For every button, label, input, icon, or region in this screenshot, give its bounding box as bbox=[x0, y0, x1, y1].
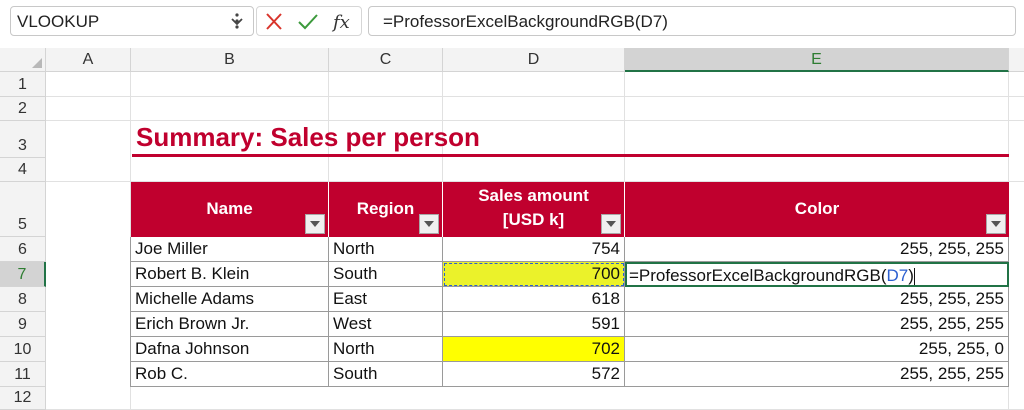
row-header-12[interactable]: 12 bbox=[0, 387, 46, 410]
cell-c8[interactable]: East bbox=[329, 287, 443, 312]
edit-formula-prefix: =ProfessorExcelBackgroundRGB( bbox=[629, 266, 887, 285]
row-header-5[interactable]: 5 bbox=[0, 182, 46, 237]
cell-e6[interactable]: 255, 255, 255 bbox=[625, 237, 1009, 262]
filter-dropdown-icon[interactable] bbox=[305, 214, 325, 234]
row-header-3[interactable]: 3 bbox=[0, 121, 46, 158]
row-header-6[interactable]: 6 bbox=[0, 237, 46, 262]
sheet-title: Summary: Sales per person bbox=[136, 122, 480, 152]
edit-formula-ref: D7 bbox=[886, 266, 909, 285]
row-header-8[interactable]: 8 bbox=[0, 287, 46, 312]
row-header-2[interactable]: 2 bbox=[0, 97, 46, 121]
spreadsheet-grid: A B C D E 1 2 3 4 5 6 7 8 9 10 11 12 Sum… bbox=[0, 48, 1024, 410]
column-header-c[interactable]: C bbox=[329, 48, 443, 72]
cell-e9[interactable]: 255, 255, 255 bbox=[625, 312, 1009, 337]
header-name[interactable]: Name bbox=[131, 182, 329, 237]
column-header-e[interactable]: E bbox=[625, 48, 1009, 72]
header-sales-label-2: [USD k] bbox=[502, 210, 565, 229]
formula-text: =ProfessorExcelBackgroundRGB(D7) bbox=[383, 12, 668, 31]
insert-function-icon[interactable]: fx bbox=[329, 9, 359, 35]
text-cursor bbox=[913, 267, 915, 285]
cell-e11[interactable]: 255, 255, 255 bbox=[625, 362, 1009, 387]
header-sales-label-1: Sales amount bbox=[478, 186, 589, 205]
cell-b11[interactable]: Rob C. bbox=[131, 362, 329, 387]
row-header-4[interactable]: 4 bbox=[0, 158, 46, 182]
cell-e10[interactable]: 255, 255, 0 bbox=[625, 337, 1009, 362]
gridline bbox=[46, 120, 1024, 121]
cell-d7[interactable]: 700 bbox=[443, 262, 625, 287]
row-header-7[interactable]: 7 bbox=[0, 262, 46, 287]
header-color-label: Color bbox=[794, 199, 840, 218]
filter-dropdown-icon[interactable] bbox=[601, 214, 621, 234]
row-header-10[interactable]: 10 bbox=[0, 337, 46, 362]
select-all-icon bbox=[32, 58, 42, 68]
column-header-a[interactable]: A bbox=[46, 48, 131, 72]
name-box[interactable]: VLOOKUP bbox=[10, 6, 254, 36]
name-box-value: VLOOKUP bbox=[17, 12, 100, 31]
table-left-border bbox=[130, 237, 131, 387]
select-all-button[interactable] bbox=[0, 48, 46, 72]
cell-d11[interactable]: 572 bbox=[443, 362, 625, 387]
formula-bar: VLOOKUP fx =ProfessorExcelBackgroundRGB(… bbox=[0, 0, 1024, 44]
header-name-label: Name bbox=[206, 199, 253, 218]
filter-dropdown-icon[interactable] bbox=[986, 214, 1006, 234]
cell-d8[interactable]: 618 bbox=[443, 287, 625, 312]
gridline bbox=[46, 96, 1024, 97]
vertical-dots-icon[interactable] bbox=[234, 12, 240, 30]
cell-c11[interactable]: South bbox=[329, 362, 443, 387]
header-sales[interactable]: Sales amount [USD k] bbox=[443, 182, 625, 237]
formula-input[interactable]: =ProfessorExcelBackgroundRGB(D7) bbox=[368, 6, 1016, 36]
cell-c10[interactable]: North bbox=[329, 337, 443, 362]
cell-b10[interactable]: Dafna Johnson bbox=[131, 337, 329, 362]
row-header-11[interactable]: 11 bbox=[0, 362, 46, 387]
cell-d10[interactable]: 702 bbox=[443, 337, 625, 362]
column-header-b[interactable]: B bbox=[131, 48, 329, 72]
cell-e8[interactable]: 255, 255, 255 bbox=[625, 287, 1009, 312]
gridline bbox=[624, 72, 625, 182]
cell-b7[interactable]: Robert B. Klein bbox=[131, 262, 329, 287]
filter-dropdown-icon[interactable] bbox=[419, 214, 439, 234]
cell-b8[interactable]: Michelle Adams bbox=[131, 287, 329, 312]
column-header-f[interactable] bbox=[1009, 48, 1024, 72]
cancel-icon[interactable] bbox=[259, 9, 289, 35]
title-underline bbox=[132, 154, 1009, 157]
enter-check-icon[interactable] bbox=[293, 9, 323, 35]
cell-b9[interactable]: Erich Brown Jr. bbox=[131, 312, 329, 337]
cell-c9[interactable]: West bbox=[329, 312, 443, 337]
cell-c6[interactable]: North bbox=[329, 237, 443, 262]
svg-text:fx: fx bbox=[331, 12, 350, 33]
cell-b6[interactable]: Joe Miller bbox=[131, 237, 329, 262]
cell-c7[interactable]: South bbox=[329, 262, 443, 287]
row-header-1[interactable]: 1 bbox=[0, 72, 46, 97]
header-region[interactable]: Region bbox=[329, 182, 443, 237]
column-header-d[interactable]: D bbox=[443, 48, 625, 72]
cell-e7-editing[interactable]: =ProfessorExcelBackgroundRGB(D7) bbox=[625, 262, 1009, 287]
row-header-9[interactable]: 9 bbox=[0, 312, 46, 337]
cell-d6[interactable]: 754 bbox=[443, 237, 625, 262]
formula-buttons: fx bbox=[256, 6, 362, 36]
header-color[interactable]: Color bbox=[625, 182, 1009, 237]
cell-d9[interactable]: 591 bbox=[443, 312, 625, 337]
